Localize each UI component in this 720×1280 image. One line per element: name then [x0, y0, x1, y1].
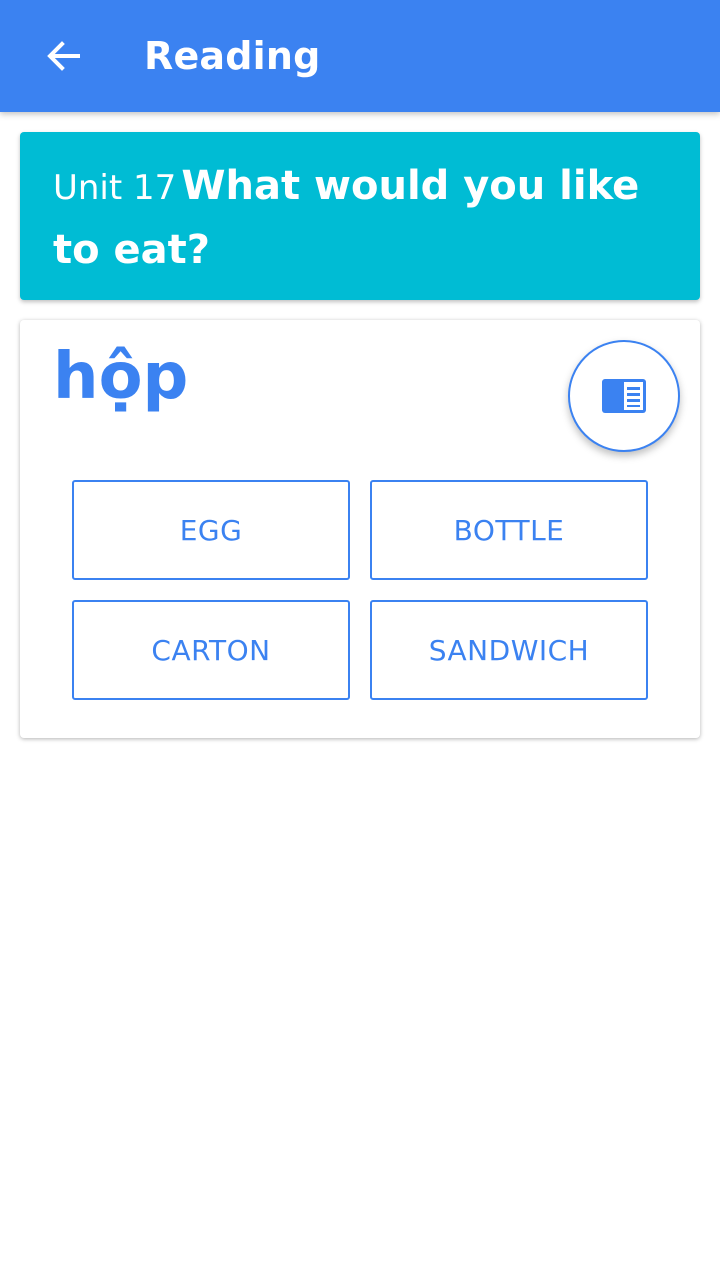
app-title: Reading — [144, 34, 321, 78]
app-bar: Reading — [0, 0, 720, 112]
answer-option-bottle[interactable]: BOTTLE — [370, 480, 648, 580]
reading-mode-icon — [602, 379, 646, 413]
reading-mode-button[interactable] — [568, 340, 680, 452]
back-button[interactable] — [28, 20, 100, 92]
answer-option-carton[interactable]: CARTON — [72, 600, 350, 700]
prompt-word: hộp — [53, 340, 189, 414]
answer-option-egg[interactable]: EGG — [72, 480, 350, 580]
unit-banner: Unit 17 What would you like to eat? — [20, 132, 700, 300]
quiz-card: hộp EGG BOTTLE CARTON SANDWICH — [20, 320, 700, 738]
arrow-left-icon — [47, 41, 80, 71]
answer-option-sandwich[interactable]: SANDWICH — [370, 600, 648, 700]
unit-label: Unit 17 — [53, 168, 177, 208]
